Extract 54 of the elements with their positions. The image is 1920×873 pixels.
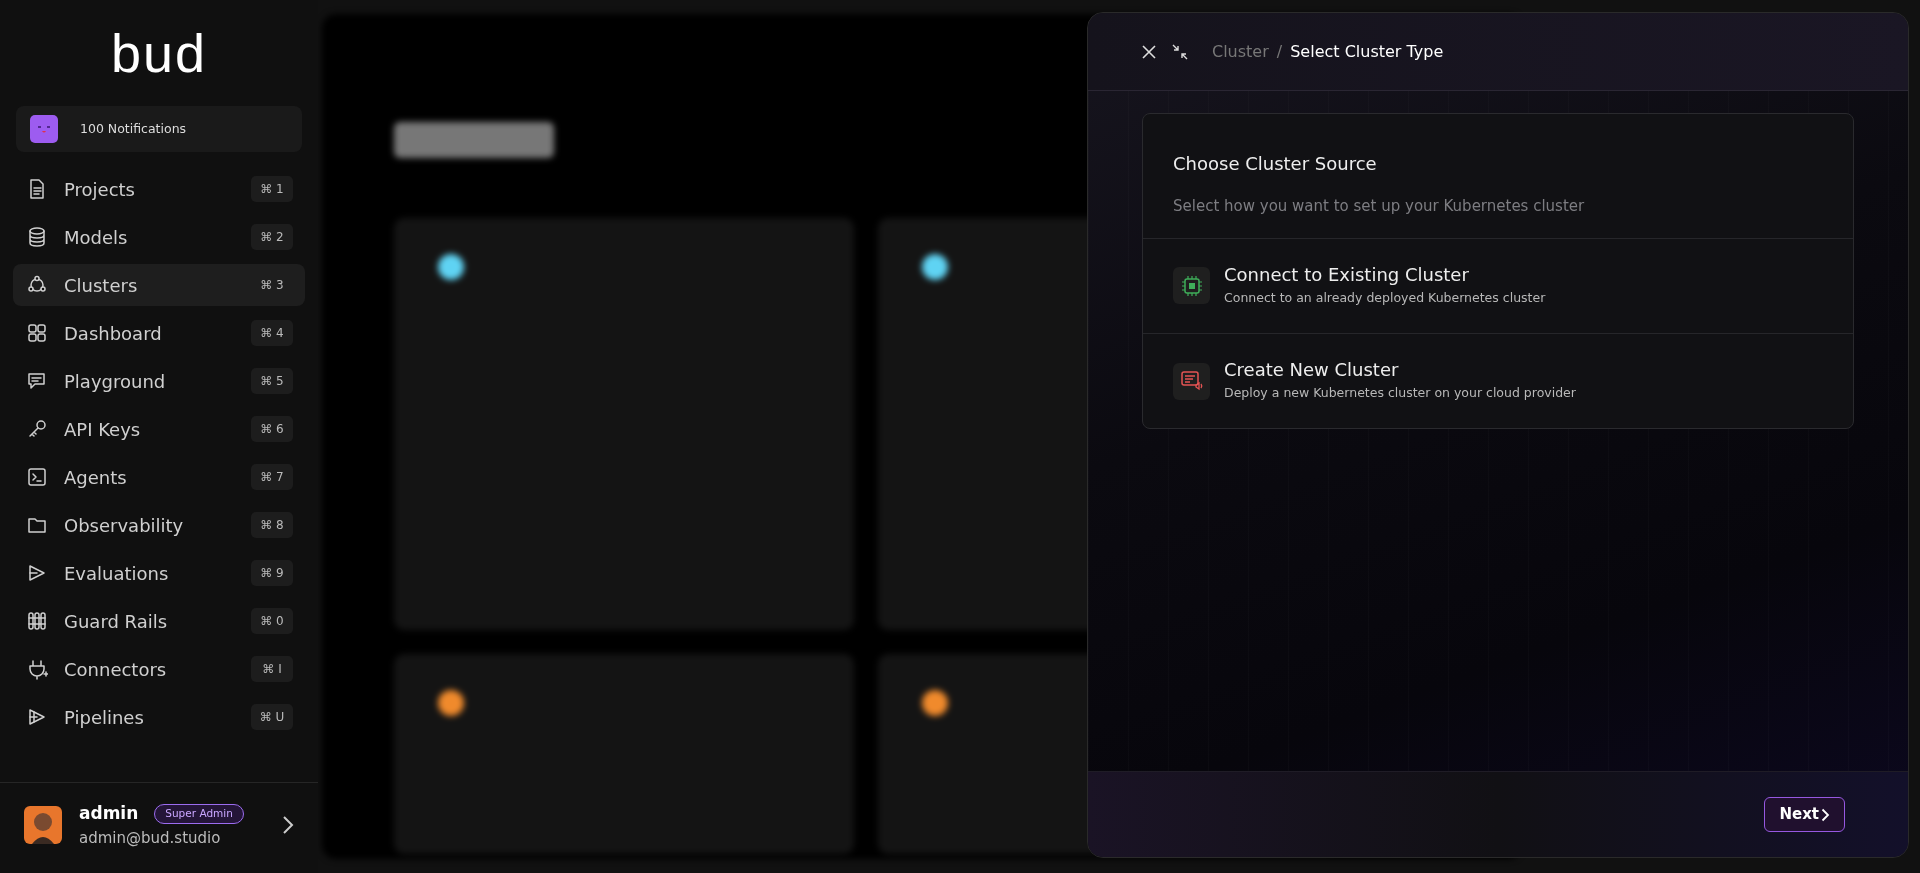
nav-item[interactable]: Observability ⌘ 8 bbox=[13, 504, 305, 546]
key-icon bbox=[26, 418, 48, 440]
mascot-icon bbox=[30, 115, 58, 143]
terminal-icon bbox=[26, 466, 48, 488]
rails-icon bbox=[26, 610, 48, 632]
breadcrumb-separator: / bbox=[1276, 40, 1283, 63]
chevron-right-icon bbox=[1821, 807, 1830, 822]
user-email: admin@bud.studio bbox=[79, 827, 222, 849]
shortcut-key: ⌘ 0 bbox=[251, 608, 293, 634]
database-icon bbox=[26, 226, 48, 248]
nav-item[interactable]: Agents ⌘ 7 bbox=[13, 456, 305, 498]
cube-play-icon bbox=[26, 706, 48, 728]
nav-item[interactable]: Connectors ⌘ I bbox=[13, 648, 305, 690]
shortcut-key: ⌘ 9 bbox=[251, 560, 293, 586]
breadcrumb-item[interactable]: Cluster bbox=[1212, 39, 1269, 64]
shortcut-key: ⌘ 3 bbox=[251, 272, 293, 298]
user-name: admin bbox=[79, 802, 139, 825]
shortcut-key: ⌘ 4 bbox=[251, 320, 293, 346]
notifications-button[interactable]: 100 Notifications bbox=[16, 106, 302, 152]
nav-item[interactable]: Dashboard ⌘ 4 bbox=[13, 312, 305, 354]
shortcut-key: ⌘ 2 bbox=[251, 224, 293, 250]
nav-item[interactable]: Projects ⌘ 1 bbox=[13, 168, 305, 210]
plug-icon bbox=[26, 658, 48, 680]
chat-icon bbox=[26, 370, 48, 392]
shortcut-key: ⌘ 8 bbox=[251, 512, 293, 538]
message-speaker-icon bbox=[1173, 362, 1210, 400]
shortcut-key: ⌘ 7 bbox=[251, 464, 293, 490]
nav-item[interactable]: Guard Rails ⌘ 0 bbox=[13, 600, 305, 642]
shortcut-key: ⌘ 5 bbox=[251, 368, 293, 394]
nav-item[interactable]: Playground ⌘ 5 bbox=[13, 360, 305, 402]
option-item[interactable]: Connect to Existing Cluster Connect to an already deployed Kubernetes cluster bbox=[1143, 238, 1853, 333]
nav-item[interactable]: Models ⌘ 2 bbox=[13, 216, 305, 258]
next-button[interactable]: Next bbox=[1764, 797, 1845, 832]
minimize-icon[interactable] bbox=[1172, 43, 1188, 60]
shortcut-key: ⌘ 6 bbox=[251, 416, 293, 442]
logo: bud bbox=[110, 26, 208, 80]
grid-icon bbox=[26, 322, 48, 344]
shortcut-key: ⌘ I bbox=[251, 656, 293, 682]
nav-item[interactable]: Evaluations ⌘ 9 bbox=[13, 552, 305, 594]
shortcut-key: ⌘ 1 bbox=[251, 176, 293, 202]
option-item[interactable]: Create New Cluster Deploy a new Kubernetes cluster on your cloud provider bbox=[1143, 332, 1853, 429]
shortcut-key: ⌘ U bbox=[251, 704, 293, 730]
nav-item[interactable]: Clusters ⌘ 3 bbox=[13, 264, 305, 306]
breadcrumb-item: Select Cluster Type bbox=[1290, 40, 1444, 63]
close-icon[interactable] bbox=[1142, 44, 1156, 59]
card-subheading: Select how you want to set up your Kubernetes cluster bbox=[1173, 196, 1586, 217]
card-heading: Choose Cluster Source bbox=[1173, 152, 1378, 176]
cube-play-icon bbox=[26, 562, 48, 584]
chip-icon bbox=[1173, 267, 1210, 305]
avatar bbox=[24, 806, 62, 844]
nav-item[interactable]: Pipelines ⌘ U bbox=[13, 696, 305, 738]
nav-item[interactable]: API Keys ⌘ 6 bbox=[13, 408, 305, 450]
role-tag: Super Admin bbox=[154, 803, 244, 824]
chevron-right-icon[interactable] bbox=[282, 815, 294, 835]
